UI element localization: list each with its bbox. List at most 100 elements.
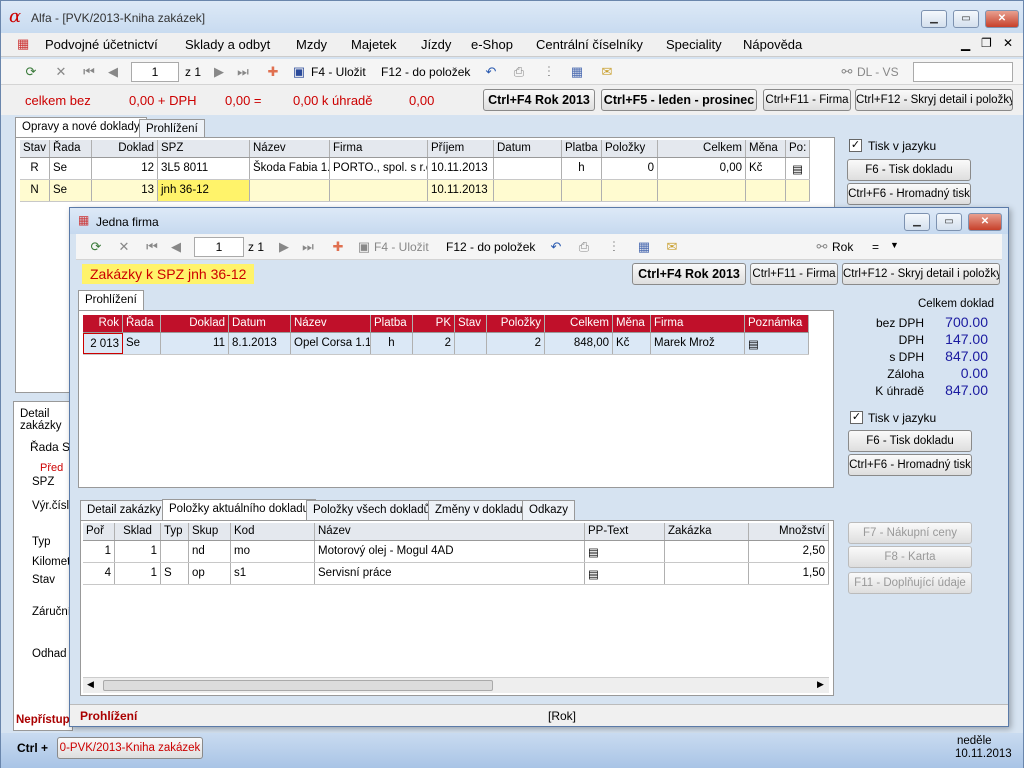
col-celkem[interactable]: Celkem <box>658 140 746 157</box>
scroll-right-icon[interactable]: ▶ <box>817 679 824 690</box>
mdi-restore-icon[interactable]: ❐ <box>981 36 992 50</box>
col-pptext[interactable]: PP-Text <box>585 523 665 540</box>
horizontal-scrollbar[interactable]: ◀ ▶ <box>83 677 829 693</box>
save-button[interactable]: F4 - Uložit <box>311 65 366 79</box>
first-icon[interactable]: ⏮ <box>81 64 97 80</box>
scrollbar-thumb[interactable] <box>103 680 493 691</box>
print-lang-checkbox[interactable]: ✓ <box>849 139 862 152</box>
tab-prohlizeni[interactable]: Prohlížení <box>78 290 144 312</box>
batch-print-button[interactable]: Ctrl+F6 - Hromadný tisk <box>848 454 972 476</box>
table-row[interactable]: 2 013 Se 11 8.1.2013 Opel Corsa 1.1 h 2 … <box>83 333 809 355</box>
tab-zmeny[interactable]: Změny v dokladu <box>428 500 530 520</box>
delete-icon[interactable]: ✕ <box>116 239 132 255</box>
delete-icon[interactable]: ✕ <box>53 64 69 80</box>
note-icon[interactable]: ▤ <box>585 541 665 562</box>
col-mena[interactable]: Měna <box>746 140 786 157</box>
col-typ[interactable]: Typ <box>161 523 189 540</box>
tab-polozky-vsech[interactable]: Položky všech dokladů <box>306 500 437 520</box>
col-po[interactable]: Po: <box>786 140 810 157</box>
close-button[interactable]: ✕ <box>985 10 1019 28</box>
table-row[interactable]: 4 1 S op s1 Servisní práce ▤ 1,50 <box>83 563 829 585</box>
col-skup[interactable]: Skup <box>189 523 231 540</box>
col-poznamka[interactable]: Poznámka <box>745 315 809 332</box>
dialog-close-button[interactable]: ✕ <box>968 213 1002 231</box>
menu-eshop[interactable]: e-Shop <box>471 37 513 52</box>
col-polozky[interactable]: Položky <box>602 140 658 157</box>
prev-icon[interactable]: ◀ <box>105 64 121 80</box>
col-rada[interactable]: Řada <box>50 140 92 157</box>
col-rok[interactable]: Rok <box>83 315 123 332</box>
save-button[interactable]: F4 - Uložit <box>374 240 429 254</box>
undo-icon[interactable]: ↶ <box>548 239 564 255</box>
detail-tab[interactable]: Detail zakázky <box>20 408 72 432</box>
mdi-minimize-icon[interactable]: ▁ <box>961 37 970 51</box>
col-platba[interactable]: Platba <box>371 315 413 332</box>
refresh-icon[interactable]: ⟳ <box>88 239 104 255</box>
app-menu-icon[interactable]: ▦ <box>17 36 29 52</box>
dialog-maximize-button[interactable]: ▭ <box>936 213 962 231</box>
minimize-button[interactable]: ▁ <box>921 10 947 28</box>
print-icon[interactable]: ⎙ <box>576 239 592 255</box>
col-celkem[interactable]: Celkem <box>545 315 613 332</box>
period-button[interactable]: Ctrl+F5 - leden - prosinec <box>601 89 757 111</box>
col-nazev[interactable]: Název <box>250 140 330 157</box>
calculator-icon[interactable]: ▦ <box>569 64 585 80</box>
firm-button[interactable]: Ctrl+F11 - Firma <box>750 263 838 285</box>
col-platba[interactable]: Platba <box>562 140 602 157</box>
page-input[interactable]: 1 <box>131 62 179 82</box>
menu-jizdy[interactable]: Jízdy <box>421 37 451 52</box>
print-icon[interactable]: ⎙ <box>511 64 527 80</box>
add-icon[interactable]: ✚ <box>330 239 346 255</box>
add-icon[interactable]: ✚ <box>265 64 281 80</box>
table-row[interactable]: N Se 13 jnh 36-12 10.11.2013 <box>20 180 810 202</box>
col-kod[interactable]: Kod <box>231 523 315 540</box>
prev-icon[interactable]: ◀ <box>168 239 184 255</box>
col-rada[interactable]: Řada <box>123 315 161 332</box>
last-icon[interactable]: ⏭ <box>300 239 316 255</box>
save-icon[interactable]: ▣ <box>356 239 372 255</box>
col-datum[interactable]: Datum <box>229 315 291 332</box>
binoculars-icon[interactable]: ⚯ <box>839 64 855 80</box>
col-zakazka[interactable]: Zakázka <box>665 523 749 540</box>
firm-button[interactable]: Ctrl+F11 - Firma <box>763 89 851 111</box>
col-pk[interactable]: PK <box>413 315 455 332</box>
tab-prohlizeni[interactable]: Prohlížení <box>139 119 205 139</box>
menu-sklady[interactable]: Sklady a odbyt <box>185 37 270 52</box>
note-icon[interactable]: ▤ <box>585 563 665 584</box>
menu-majetek[interactable]: Majetek <box>351 37 397 52</box>
menu-speciality[interactable]: Speciality <box>666 37 722 52</box>
print-lang-checkbox[interactable]: ✓ <box>850 411 863 424</box>
print-doc-button[interactable]: F6 - Tisk dokladu <box>847 159 971 181</box>
last-icon[interactable]: ⏭ <box>235 64 251 80</box>
undo-icon[interactable]: ↶ <box>483 64 499 80</box>
purchase-prices-button[interactable]: F7 - Nákupní ceny <box>848 522 972 544</box>
maximize-button[interactable]: ▭ <box>953 10 979 28</box>
first-icon[interactable]: ⏮ <box>144 239 160 255</box>
col-por[interactable]: Poř <box>83 523 115 540</box>
chevron-down-icon[interactable]: ▼ <box>890 240 899 250</box>
tab-odkazy[interactable]: Odkazy <box>522 500 575 520</box>
extra-info-button[interactable]: F11 - Doplňující údaje <box>848 572 972 594</box>
hide-detail-button[interactable]: Ctrl+F12 - Skryj detail i položky <box>855 89 1013 111</box>
to-items-button[interactable]: F12 - do položek <box>446 240 535 254</box>
note-icon[interactable]: ▤ <box>786 158 810 179</box>
col-stav[interactable]: Stav <box>455 315 487 332</box>
next-icon[interactable]: ▶ <box>211 64 227 80</box>
col-prijem[interactable]: Příjem <box>428 140 494 157</box>
next-icon[interactable]: ▶ <box>276 239 292 255</box>
menu-napoveda[interactable]: Nápověda <box>743 37 802 52</box>
batch-print-button[interactable]: Ctrl+F6 - Hromadný tisk <box>847 183 971 205</box>
operator-select[interactable]: = <box>872 240 879 254</box>
col-sklad[interactable]: Sklad <box>115 523 161 540</box>
tab-detail-zakazky[interactable]: Detail zakázky <box>80 500 169 520</box>
binoculars-icon[interactable]: ⚯ <box>814 239 830 255</box>
col-mena[interactable]: Měna <box>613 315 651 332</box>
mail-icon[interactable]: ✉ <box>599 64 615 80</box>
menu-ciselniky[interactable]: Centrální číselníky <box>536 37 643 52</box>
col-polozky[interactable]: Položky <box>487 315 545 332</box>
mdi-close-icon[interactable]: ✕ <box>1003 36 1013 50</box>
col-stav[interactable]: Stav <box>20 140 50 157</box>
col-nazev[interactable]: Název <box>291 315 371 332</box>
menu-ucetnictvi[interactable]: Podvojné účetnictví <box>45 37 158 52</box>
bulb-icon[interactable]: ⵗ <box>541 64 557 80</box>
